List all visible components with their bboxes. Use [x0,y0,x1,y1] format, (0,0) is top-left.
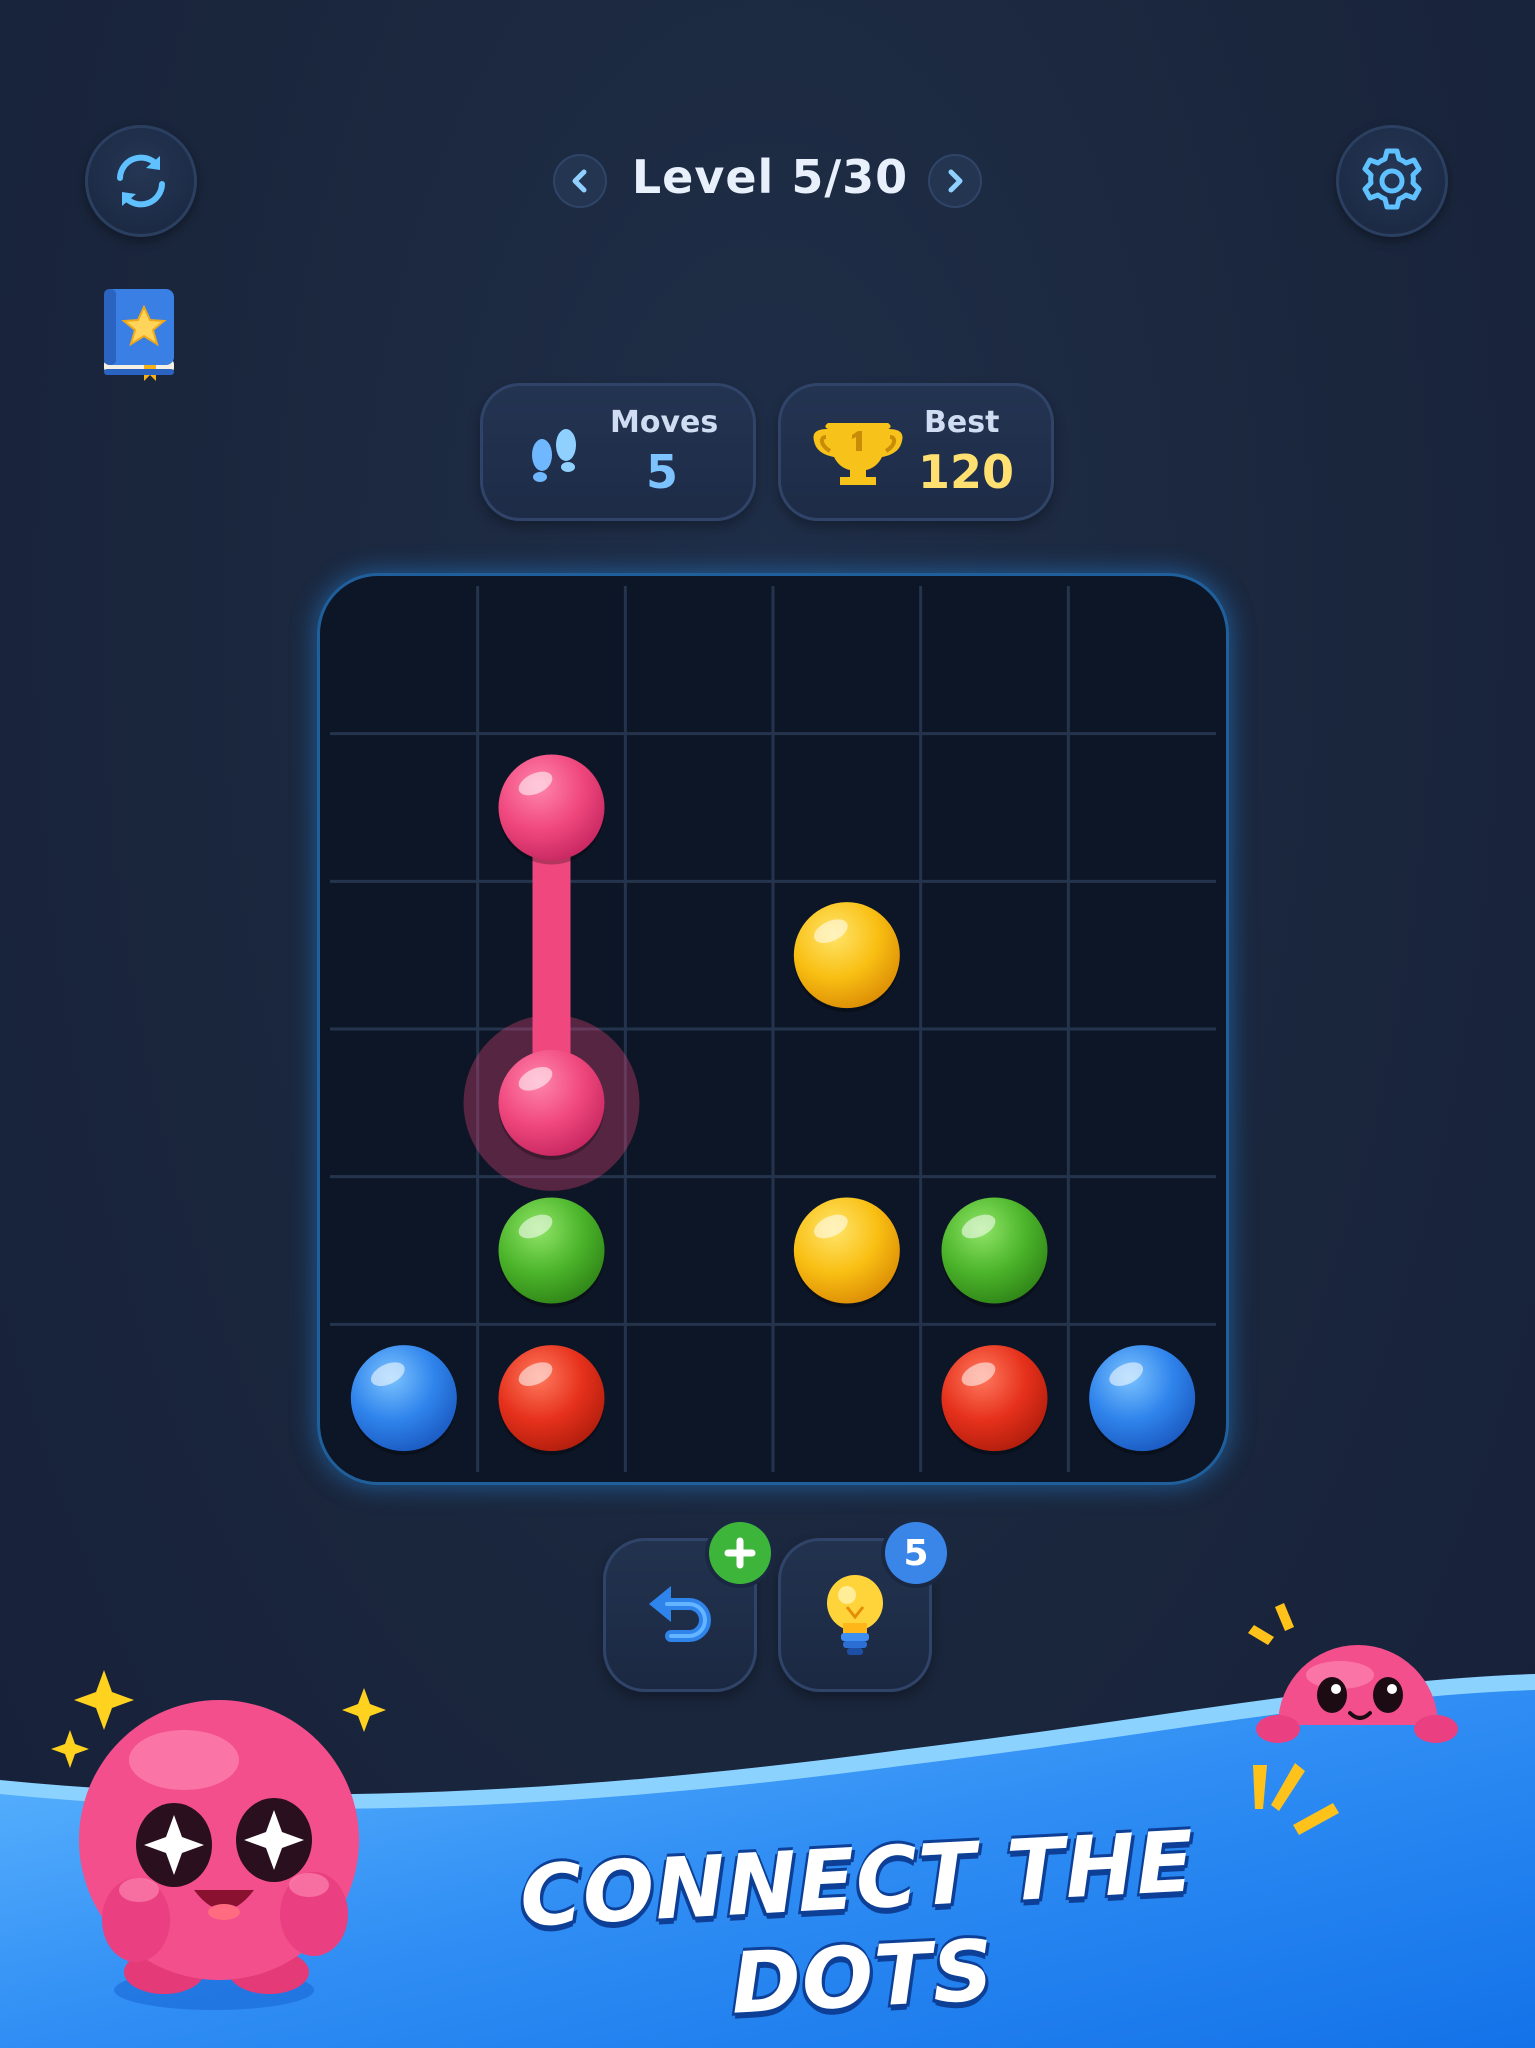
lightbulb-icon [827,1575,883,1655]
yellow-dot[interactable] [793,1197,900,1308]
dot-body [498,1345,605,1452]
moves-label: Moves [610,405,719,440]
game-board[interactable] [330,586,1216,1472]
pink-dot[interactable] [498,754,605,865]
gear-icon [1362,148,1422,210]
level-title: Level 5/30 [631,150,909,204]
green-dot[interactable] [498,1197,605,1308]
red-dot[interactable] [941,1345,1048,1456]
add-undo-button[interactable] [709,1522,771,1584]
settings-button[interactable] [1336,125,1448,237]
trophy-icon [813,423,903,485]
yellow-dot[interactable] [793,902,900,1013]
chevron-left-icon [572,169,587,193]
best-card: Best 120 [778,383,1054,521]
dot-body [498,1049,605,1156]
best-value: 120 [918,445,1015,499]
star-book-icon [104,289,174,381]
undo-icon [649,1586,711,1642]
dot-body [350,1345,457,1452]
dot-body [793,902,900,1009]
refresh-icon [117,154,165,208]
chevron-right-icon [948,169,963,193]
dot-body [793,1197,900,1304]
rulebook-button[interactable] [100,285,178,381]
dot-body [1089,1345,1196,1452]
previous-level-button[interactable] [553,154,607,208]
moves-card: Moves 5 [480,383,756,521]
plus-icon [724,1537,756,1569]
dot-body [498,754,605,861]
blue-dot[interactable] [1089,1345,1196,1456]
footprints-icon [532,429,576,482]
dot-body [941,1197,1048,1304]
red-dot[interactable] [498,1345,605,1456]
moves-value: 5 [646,445,679,499]
blue-dot[interactable] [350,1345,457,1456]
next-level-button[interactable] [928,154,982,208]
restart-button[interactable] [85,125,197,237]
dot-body [941,1345,1048,1452]
hint-count-badge: 5 [885,1522,947,1584]
dot-body [498,1197,605,1304]
pink-blob-mascot-icon [51,1670,386,2010]
board-grid [330,586,1216,1472]
pink-blob-peeking-icon [1248,1603,1458,1743]
green-dot[interactable] [941,1197,1048,1308]
best-label: Best [924,405,1000,440]
pink-dot[interactable] [498,1049,605,1160]
